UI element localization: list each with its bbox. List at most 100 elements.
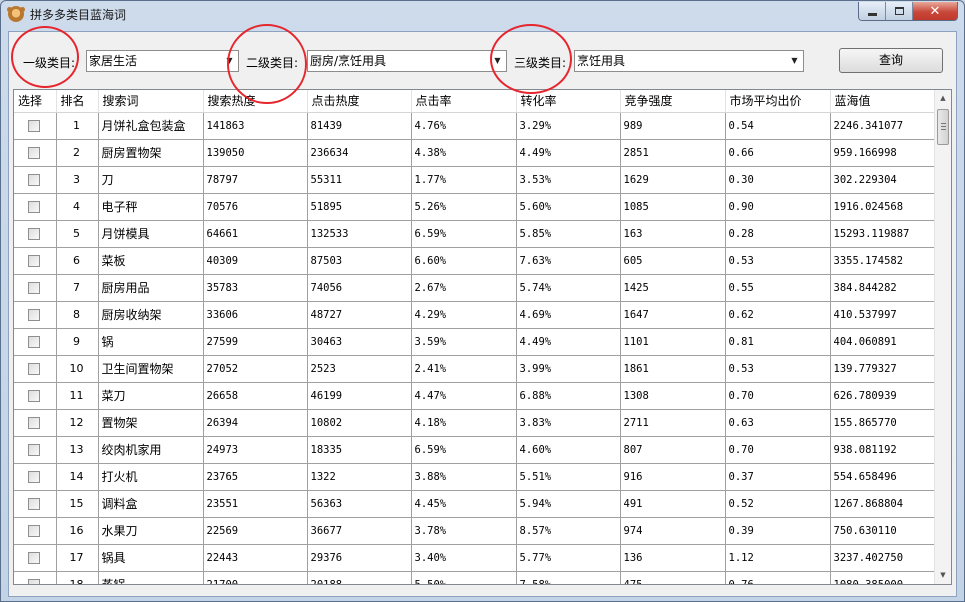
column-header[interactable]: 转化率 — [516, 90, 621, 113]
select-cell — [14, 112, 57, 140]
blue-ocean-cell: 410.537997 — [830, 301, 937, 329]
click-heat-cell: 2523 — [307, 355, 412, 383]
competition-cell: 1308 — [620, 382, 726, 410]
row-checkbox[interactable] — [28, 146, 41, 159]
keyword-cell: 锅具 — [98, 544, 204, 572]
scroll-thumb[interactable] — [937, 109, 949, 145]
search-heat-cell: 40309 — [203, 247, 308, 275]
table-row[interactable]: 1 月饼礼盒包装盒 141863 81439 4.76% 3.29% 989 0.54 2246… — [14, 112, 937, 140]
search-heat-cell: 64661 — [203, 220, 308, 248]
row-checkbox[interactable] — [28, 119, 41, 132]
rank-cell: 2 — [56, 139, 99, 167]
ctr-cell: 3.78% — [411, 517, 517, 545]
search-heat-cell: 26394 — [203, 409, 308, 437]
scroll-up-icon[interactable]: ▲ — [935, 90, 951, 107]
column-header[interactable]: 市场平均出价 — [725, 90, 831, 113]
row-checkbox[interactable] — [28, 443, 41, 456]
table-row[interactable]: 7 厨房用品 35783 74056 2.67% 5.74% 1425 0.55 384.844… — [14, 274, 937, 302]
table-row[interactable]: 6 菜板 40309 87503 6.60% 7.63% 605 0.53 3355.17458… — [14, 247, 937, 275]
row-checkbox[interactable] — [28, 497, 41, 510]
blue-ocean-cell: 139.779327 — [830, 355, 937, 383]
maximize-button[interactable] — [886, 2, 913, 20]
chevron-down-icon: ▼ — [494, 56, 501, 65]
rank-cell: 1 — [56, 112, 99, 140]
table-row[interactable]: 12 置物架 26394 10802 4.18% 3.83% 2711 0.63 155.865… — [14, 409, 937, 437]
click-heat-cell: 46199 — [307, 382, 412, 410]
close-button[interactable]: ✕ — [913, 2, 957, 20]
select-cell — [14, 463, 57, 491]
header-row: 选择 排名 搜索词 搜索热度 点击热度 点击率 转化率 竞争强度 市场平均出价 蓝海值 — [14, 90, 937, 113]
table-row[interactable]: 16 水果刀 22569 36677 3.78% 8.57% 974 0.39 750.6301… — [14, 517, 937, 545]
search-heat-cell: 22443 — [203, 544, 308, 572]
row-checkbox[interactable] — [28, 281, 41, 294]
vertical-scrollbar[interactable]: ▲ ▼ — [934, 90, 951, 584]
competition-cell: 1861 — [620, 355, 726, 383]
competition-cell: 491 — [620, 490, 726, 518]
table-row[interactable]: 18 蒸锅 21700 20188 5.50% 7.58% 475 0.76 1080.3850… — [14, 571, 937, 584]
table-row[interactable]: 4 电子秤 70576 51895 5.26% 5.60% 1085 0.90 1916.024… — [14, 193, 937, 221]
table-row[interactable]: 15 调料盒 23551 56363 4.45% 5.94% 491 0.52 1267.868… — [14, 490, 937, 518]
title-bar[interactable]: 拼多多类目蓝海词 ✕ — [1, 1, 964, 27]
chevron-down-icon: ▼ — [791, 56, 798, 65]
level1-category-select[interactable]: 家居生活 ▼ — [86, 50, 239, 72]
table-row[interactable]: 10 卫生间置物架 27052 2523 2.41% 3.99% 1861 0.53 139.7… — [14, 355, 937, 383]
click-heat-cell: 29376 — [307, 544, 412, 572]
click-heat-cell: 36677 — [307, 517, 412, 545]
table-row[interactable]: 13 绞肉机家用 24973 18335 6.59% 4.60% 807 0.70 938.08… — [14, 436, 937, 464]
avg-bid-cell: 0.90 — [725, 193, 831, 221]
level1-category-label: 一级类目: — [23, 56, 76, 70]
ctr-cell: 4.47% — [411, 382, 517, 410]
column-header[interactable]: 点击率 — [411, 90, 517, 113]
query-button[interactable]: 查询 — [839, 48, 943, 73]
table-row[interactable]: 3 刀 78797 55311 1.77% 3.53% 1629 0.30 302.229304 — [14, 166, 937, 194]
column-header[interactable]: 排名 — [56, 90, 99, 113]
column-header[interactable]: 搜索词 — [98, 90, 204, 113]
conversion-cell: 5.74% — [516, 274, 621, 302]
competition-cell: 475 — [620, 571, 726, 584]
avg-bid-cell: 0.66 — [725, 139, 831, 167]
row-checkbox[interactable] — [28, 254, 41, 267]
row-checkbox[interactable] — [28, 416, 41, 429]
keyword-cell: 电子秤 — [98, 193, 204, 221]
keyword-cell: 刀 — [98, 166, 204, 194]
ctr-cell: 6.59% — [411, 436, 517, 464]
blue-ocean-cell: 15293.119887 — [830, 220, 937, 248]
table-row[interactable]: 14 打火机 23765 1322 3.88% 5.51% 916 0.37 554.65849… — [14, 463, 937, 491]
scroll-down-icon[interactable]: ▼ — [935, 567, 951, 584]
row-checkbox[interactable] — [28, 524, 41, 537]
table-row[interactable]: 5 月饼模具 64661 132533 6.59% 5.85% 163 0.28 15293.1… — [14, 220, 937, 248]
table-row[interactable]: 11 菜刀 26658 46199 4.47% 6.88% 1308 0.70 626.7809… — [14, 382, 937, 410]
column-header[interactable]: 竞争强度 — [620, 90, 726, 113]
row-checkbox[interactable] — [28, 227, 41, 240]
row-checkbox[interactable] — [28, 173, 41, 186]
table-row[interactable]: 2 厨房置物架 139050 236634 4.38% 4.49% 2851 0.66 959.… — [14, 139, 937, 167]
minimize-button[interactable] — [859, 2, 886, 20]
row-checkbox[interactable] — [28, 470, 41, 483]
avg-bid-cell: 0.52 — [725, 490, 831, 518]
row-checkbox[interactable] — [28, 362, 41, 375]
ctr-cell: 4.76% — [411, 112, 517, 140]
table-row[interactable]: 17 锅具 22443 29376 3.40% 5.77% 136 1.12 3237.4027… — [14, 544, 937, 572]
column-header[interactable]: 蓝海值 — [830, 90, 937, 113]
click-heat-cell: 236634 — [307, 139, 412, 167]
ctr-cell: 6.59% — [411, 220, 517, 248]
table-row[interactable]: 8 厨房收纳架 33606 48727 4.29% 4.69% 1647 0.62 410.53… — [14, 301, 937, 329]
conversion-cell: 4.49% — [516, 328, 621, 356]
keyword-table[interactable]: 选择 排名 搜索词 搜索热度 点击热度 点击率 转化率 竞争强度 市场平均出价 蓝海值 1 月饼礼盒… — [13, 89, 952, 585]
close-icon: ✕ — [929, 3, 941, 19]
column-header[interactable]: 点击热度 — [307, 90, 412, 113]
avg-bid-cell: 0.55 — [725, 274, 831, 302]
row-checkbox[interactable] — [28, 308, 41, 321]
row-checkbox[interactable] — [28, 551, 41, 564]
row-checkbox[interactable] — [28, 389, 41, 402]
row-checkbox[interactable] — [28, 335, 41, 348]
column-header[interactable]: 搜索热度 — [203, 90, 308, 113]
row-checkbox[interactable] — [28, 200, 41, 213]
level3-category-select[interactable]: 烹饪用具 ▼ — [574, 50, 804, 72]
row-checkbox[interactable] — [28, 578, 41, 584]
avg-bid-cell: 1.12 — [725, 544, 831, 572]
level2-category-select[interactable]: 厨房/烹饪用具 ▼ — [307, 50, 507, 72]
column-header[interactable]: 选择 — [14, 90, 57, 113]
select-cell — [14, 355, 57, 383]
table-row[interactable]: 9 锅 27599 30463 3.59% 4.49% 1101 0.81 404.060891 — [14, 328, 937, 356]
